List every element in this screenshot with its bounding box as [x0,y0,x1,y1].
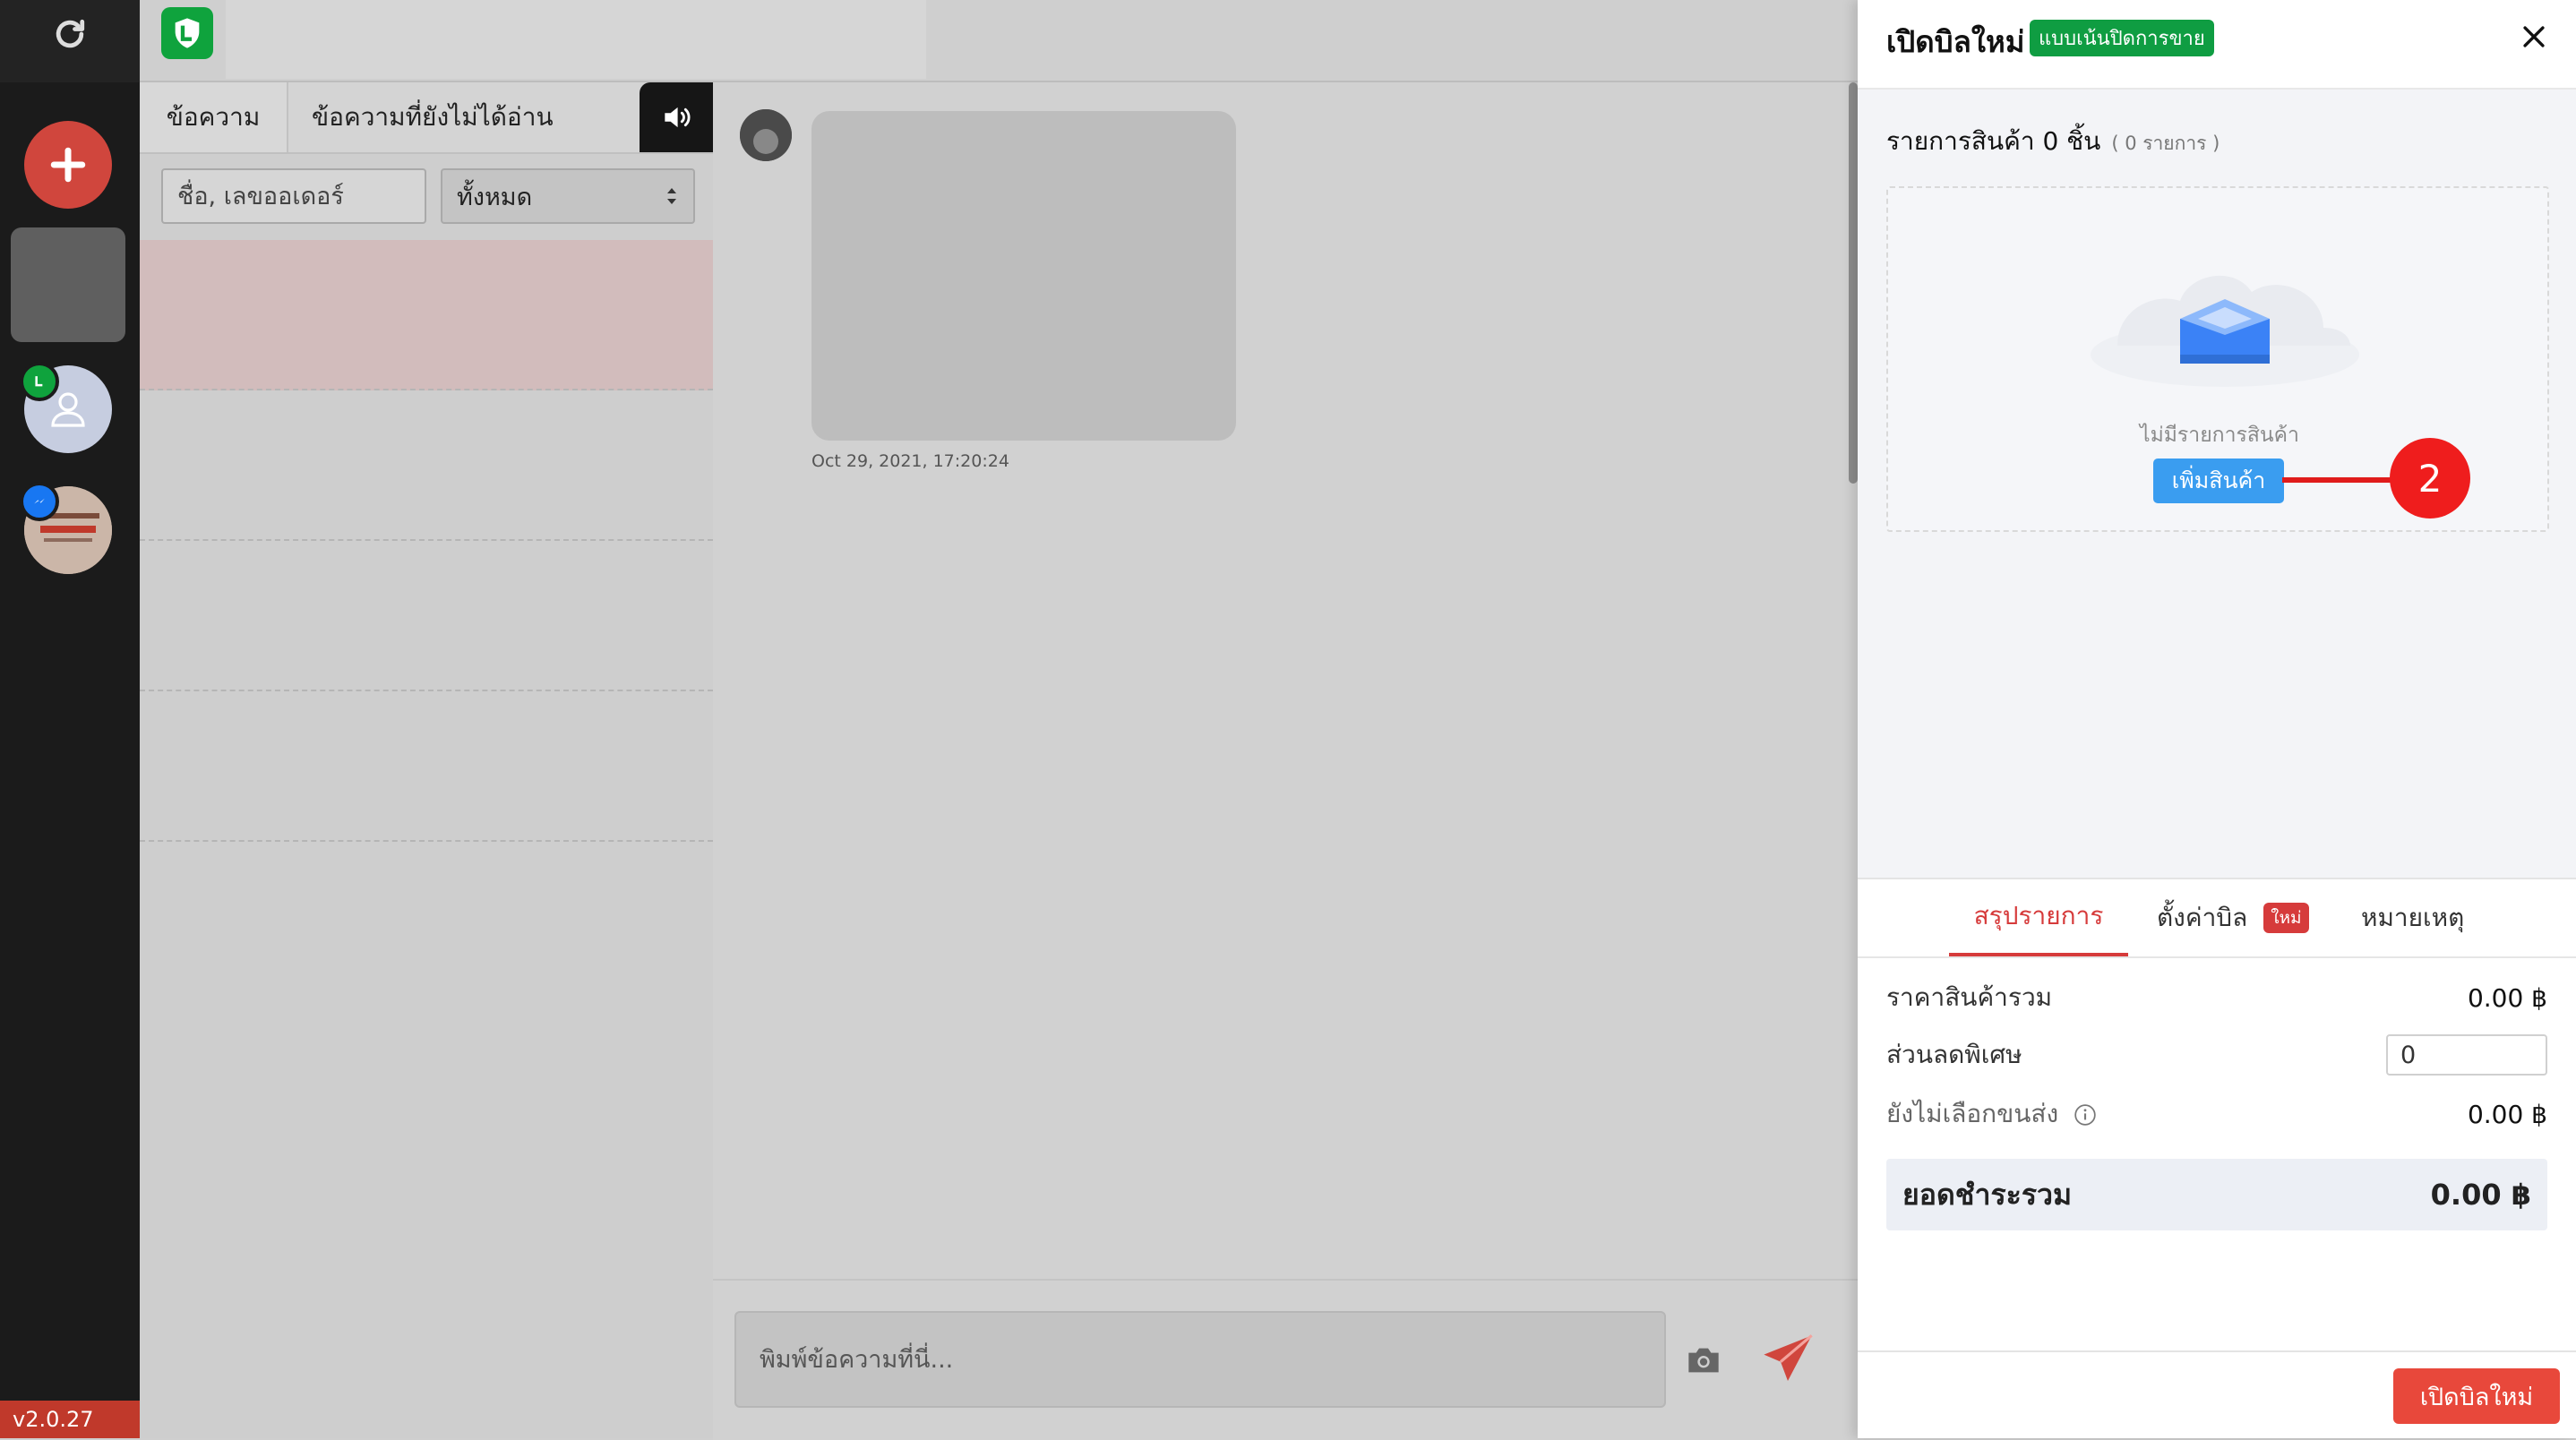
filter-value: ทั้งหมด [457,183,533,211]
list-item[interactable] [140,240,713,390]
new-badge: ใหม่ [2263,903,2309,933]
tab-bill-settings[interactable]: ตั้งค่าบิล ใหม่ [2157,879,2309,956]
mode-badge: แบบเน้นปิดการขาย [2030,20,2214,56]
total-value: 0.00 ฿ [2430,1178,2531,1212]
bill-summary-section: สรุปรายการ ตั้งค่าบิล ใหม่ หมายเหตุ ราคา… [1858,878,2576,1352]
left-rail: v2.0.27 [0,0,140,1438]
discount-input[interactable] [2386,1034,2547,1076]
callout-line [2282,477,2399,483]
tab-summary[interactable]: สรุปรายการ [1949,879,2128,956]
subtotal-value: 0.00 ฿ [2467,982,2547,1013]
total-label: ยอดชำระรวม [1902,1177,2073,1212]
drawer-title: เปิดบิลใหม่ [1886,24,2025,59]
tab-messages[interactable]: ข้อความ [140,82,288,152]
chat-scrollbar[interactable] [1849,82,1858,484]
chat-list-panel: ข้อความ ข้อความที่ยังไม่ได้อ่าน ทั้งหมด [140,82,713,1438]
tab-bill-settings-label: ตั้งค่าบิล [2157,903,2248,932]
sort-arrows-icon [667,188,676,204]
tab-notes[interactable]: หมายเหตุ [2361,879,2464,956]
plus-icon [50,147,86,183]
drawer-footer: เปิดบิลใหม่ [1858,1350,2576,1438]
refresh-icon[interactable] [50,14,90,54]
messenger-badge-icon [20,482,59,521]
selected-shop-tile[interactable] [11,227,125,342]
subtotal-row: ราคาสินค้ารวม 0.00 ฿ [1886,980,2547,1016]
new-chat-button[interactable] [24,121,112,209]
summary-tabs: สรุปรายการ ตั้งค่าบิล ใหม่ หมายเหตุ [1858,879,2576,958]
empty-box-icon [2091,275,2359,387]
shipping-label: ยังไม่เลือกขนส่ง [1886,1099,2059,1128]
items-heading-text: รายการสินค้า 0 ชิ้น [1886,126,2101,156]
shipping-row: ยังไม่เลือกขนส่ง 0.00 ฿ [1886,1096,2547,1132]
items-heading: รายการสินค้า 0 ชิ้น ( 0 รายการ ) [1886,122,2220,161]
discount-label: ส่วนลดพิเศษ [1886,1040,2022,1069]
sound-toggle-button[interactable] [640,82,713,152]
open-new-bill-button[interactable]: เปิดบิลใหม่ [2393,1368,2560,1424]
filter-select[interactable]: ทั้งหมด [441,168,695,224]
chat-avatar [740,109,792,161]
subtotal-label: ราคาสินค้ารวม [1886,982,2053,1012]
drawer-header: เปิดบิลใหม่ แบบเน้นปิดการขาย [1858,0,2576,90]
top-bar [140,0,1858,82]
shipping-label-wrap: ยังไม่เลือกขนส่ง [1886,1094,2097,1134]
list-item[interactable] [140,541,713,691]
close-icon[interactable] [2519,21,2549,52]
camera-icon[interactable] [1686,1345,1722,1376]
message-input[interactable] [734,1311,1666,1408]
shield-icon [175,18,200,48]
new-bill-drawer: เปิดบิลใหม่ แบบเน้นปิดการขาย รายการสินค้… [1858,0,2576,1438]
info-icon[interactable] [2074,1103,2097,1127]
chat-area: Oct 29, 2021, 17:20:24 [713,82,1858,1440]
list-item[interactable] [140,390,713,541]
search-input[interactable] [161,168,426,224]
message-composer [713,1279,1858,1440]
shop-logo-icon[interactable] [161,7,213,59]
callout-step-badge: 2 [2390,438,2470,519]
message-timestamp: Oct 29, 2021, 17:20:24 [811,451,1009,471]
send-icon[interactable] [1759,1331,1816,1388]
chat-list-tabs: ข้อความ ข้อความที่ยังไม่ได้อ่าน [140,82,713,154]
items-count: ( 0 รายการ ) [2111,133,2220,154]
add-product-button[interactable]: เพิ่มสินค้า [2153,459,2284,503]
version-label: v2.0.27 [0,1401,140,1438]
list-item[interactable] [140,691,713,842]
speaker-icon [665,107,691,128]
shipping-value: 0.00 ฿ [2467,1099,2547,1129]
message-bubble[interactable] [811,111,1236,441]
top-bar-strip [226,0,926,79]
line-badge-icon [20,362,59,401]
total-row: ยอดชำระรวม 0.00 ฿ [1886,1159,2547,1230]
discount-row: ส่วนลดพิเศษ [1886,1030,2547,1080]
